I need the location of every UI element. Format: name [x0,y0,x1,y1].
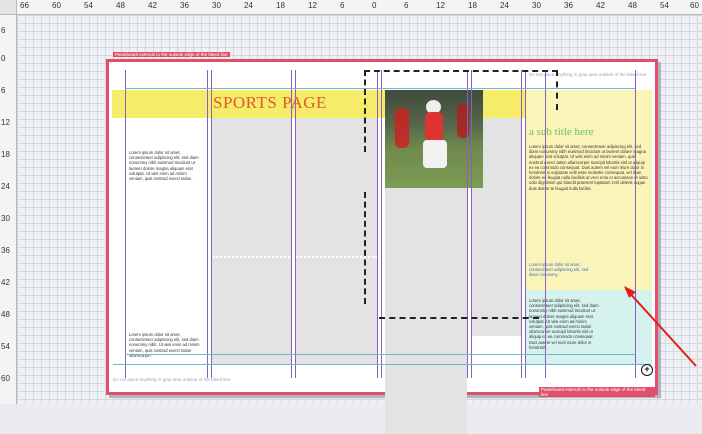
arrow-head [624,286,636,298]
annotation-arrow [624,286,697,367]
arrow-line [625,288,697,367]
